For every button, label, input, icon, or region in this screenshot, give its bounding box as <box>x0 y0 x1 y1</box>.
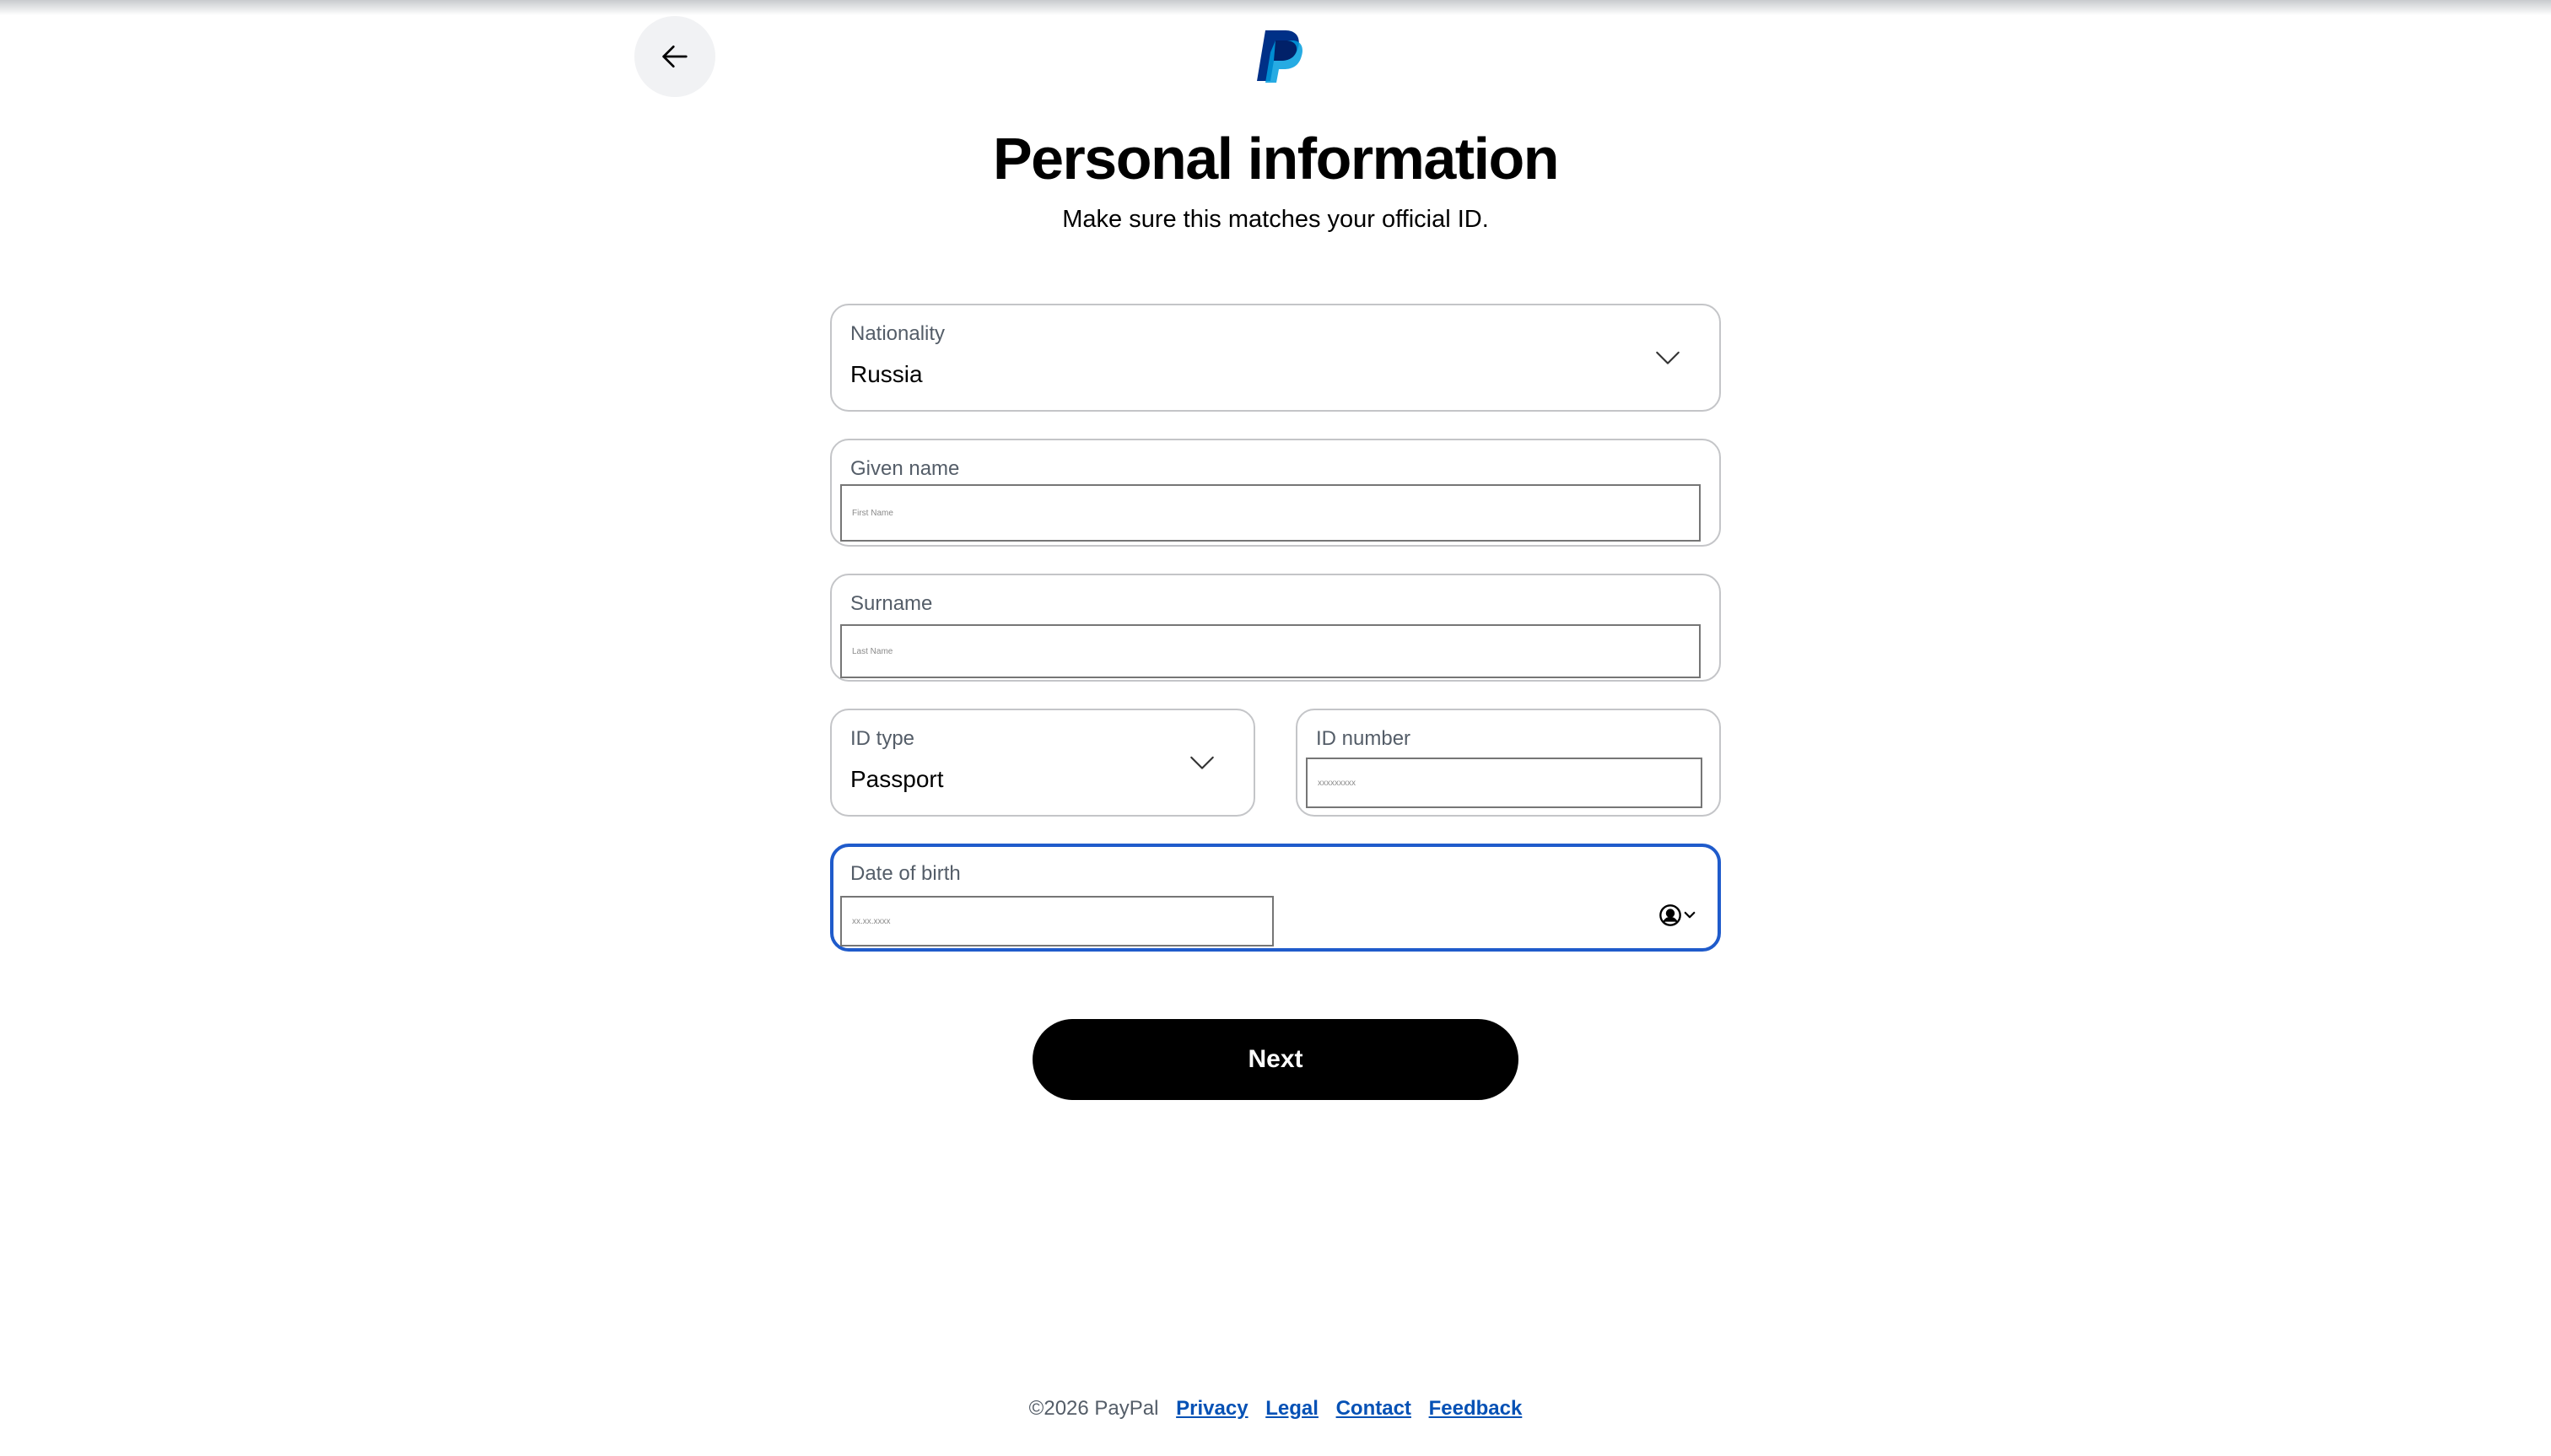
id-number-label: ID number <box>1316 727 1411 750</box>
surname-input[interactable] <box>840 624 1701 678</box>
paypal-logo <box>1257 30 1302 83</box>
id-type-value: Passport <box>850 766 944 792</box>
next-button[interactable]: Next <box>1033 1019 1518 1100</box>
page-subtitle: Make sure this matches your official ID. <box>1062 206 1489 233</box>
contact-autofill-button[interactable] <box>1658 903 1702 928</box>
arrow-left-icon <box>662 46 688 67</box>
date-of-birth-input[interactable] <box>840 896 1274 946</box>
id-type-label: ID type <box>850 727 915 750</box>
nationality-select[interactable]: Nationality Russia <box>830 304 1721 412</box>
footer: ©2026 PayPal Privacy Legal Contact Feedb… <box>0 1397 2551 1421</box>
given-name-label: Given name <box>850 457 960 480</box>
surname-field: Surname <box>830 574 1721 682</box>
back-button[interactable] <box>634 16 715 97</box>
id-number-field: ID number <box>1296 709 1721 817</box>
privacy-link[interactable]: Privacy <box>1176 1397 1248 1420</box>
nationality-label: Nationality <box>850 322 946 345</box>
id-type-select[interactable]: ID type Passport <box>830 709 1255 817</box>
nationality-value: Russia <box>850 361 923 387</box>
feedback-link[interactable]: Feedback <box>1429 1397 1523 1420</box>
given-name-field: Given name <box>830 439 1721 547</box>
id-number-input[interactable] <box>1306 758 1702 808</box>
given-name-input[interactable] <box>840 484 1701 542</box>
copyright-text: ©2026 PayPal <box>1028 1397 1159 1420</box>
chevron-down-icon <box>1190 756 1214 769</box>
contact-link[interactable]: Contact <box>1336 1397 1411 1420</box>
contact-autofill-icon <box>1659 904 1681 926</box>
legal-link[interactable]: Legal <box>1265 1397 1319 1420</box>
chevron-down-icon <box>1656 351 1680 364</box>
page-title: Personal information <box>992 126 1560 191</box>
chevron-down-icon <box>1684 911 1696 919</box>
surname-label: Surname <box>850 592 933 615</box>
date-of-birth-label: Date of birth <box>850 862 961 885</box>
date-of-birth-field: Date of birth <box>830 844 1721 952</box>
top-shadow <box>0 0 2551 15</box>
